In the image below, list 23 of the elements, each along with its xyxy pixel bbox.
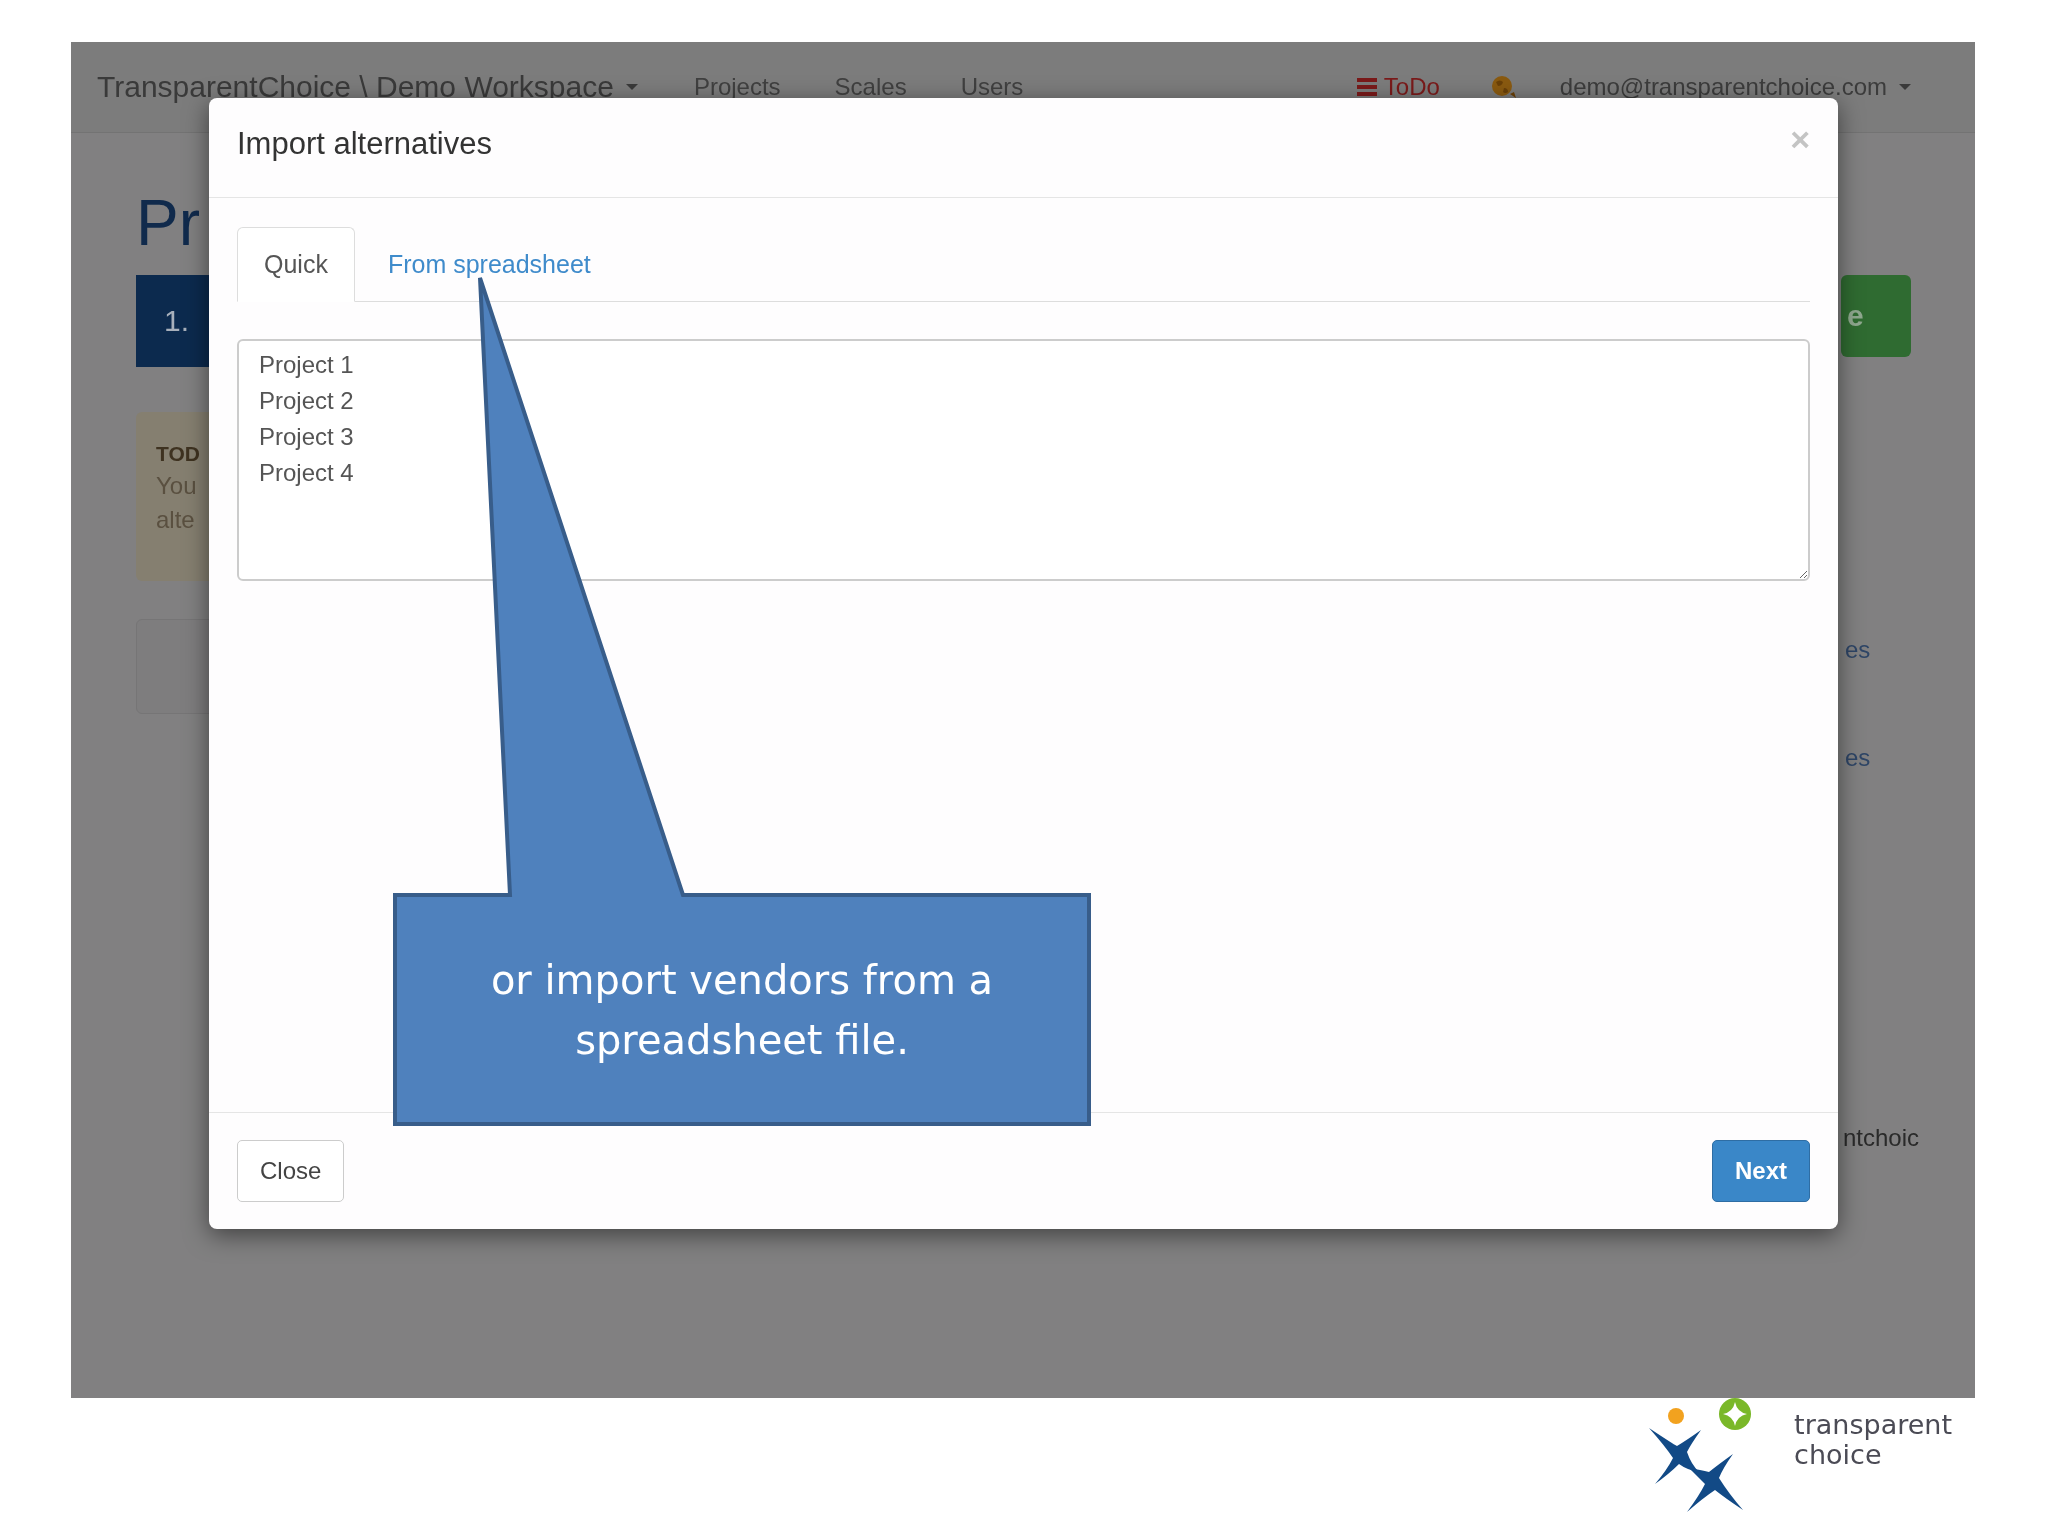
tab[interactable]: Quick [237, 227, 355, 302]
action-button[interactable]: e [1841, 275, 1911, 357]
todo-link[interactable]: ToDo [1355, 73, 1440, 101]
nav-link[interactable]: Scales [834, 73, 907, 101]
nav-link[interactable]: Projects [693, 73, 781, 101]
tab[interactable]: From spreadsheet [360, 227, 618, 302]
side-link[interactable]: es [1845, 744, 1871, 772]
user-menu[interactable]: demo@transparentchoice.com [1559, 73, 1911, 101]
list-icon [1355, 76, 1378, 98]
footer-text: ntchoic [1843, 1124, 1920, 1152]
alert-title: TOD [156, 442, 201, 466]
page-heading: Pr [136, 186, 201, 261]
logo-text: transparent choice [1794, 1410, 1952, 1470]
side-link[interactable]: es [1845, 636, 1871, 664]
caret-icon [625, 84, 638, 90]
alternatives-field[interactable]: Project 1 Project 2 Project 3 Project 4 [237, 339, 1810, 581]
close-button[interactable]: Close [237, 1140, 345, 1202]
dialog-title: Import alternatives [237, 125, 492, 162]
callout-text: or import vendors from a spreadsheet file. [489, 956, 995, 1065]
workspace-menu[interactable]: TransparentChoice \ Demo Workspace [97, 70, 638, 104]
caret-icon [1899, 84, 1911, 90]
next-button[interactable]: Next [1711, 1140, 1810, 1202]
nav-link[interactable]: Users [960, 73, 1024, 101]
